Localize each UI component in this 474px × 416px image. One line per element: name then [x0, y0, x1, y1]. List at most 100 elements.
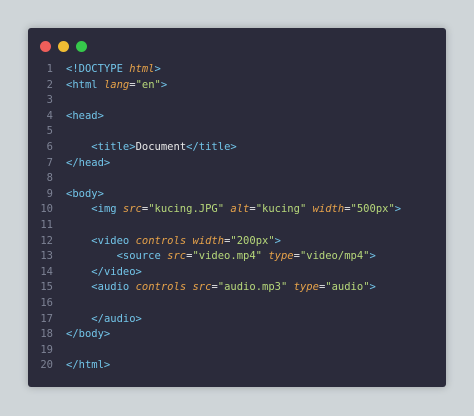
- code-token: lang: [103, 78, 130, 91]
- line-number: 8: [46, 172, 53, 185]
- code-token: <source: [116, 250, 168, 263]
- line-number: 17: [40, 312, 53, 325]
- line-source: </head>: [53, 156, 110, 172]
- line-number: 5: [46, 125, 53, 138]
- line-number: 16: [40, 296, 53, 309]
- code-line: 18 </body>: [28, 327, 446, 343]
- line-source: <title>Document</title>: [53, 140, 237, 156]
- code-token: <img: [91, 203, 123, 216]
- line-source: <img src="kucing.JPG" alt="kucing" width…: [53, 202, 401, 218]
- close-dot-icon[interactable]: [40, 41, 51, 52]
- code-line: 17 </audio>: [28, 312, 446, 328]
- code-line: 3: [28, 93, 446, 109]
- line-number: 7: [46, 156, 53, 169]
- line-number: 13: [40, 250, 53, 263]
- line-number: 9: [46, 187, 53, 200]
- line-source: [53, 296, 66, 312]
- line-source: [53, 171, 66, 187]
- code-token: >: [369, 281, 376, 294]
- line-source: <head>: [53, 109, 104, 125]
- code-line: 10 <img src="kucing.JPG" alt="kucing" wi…: [28, 202, 446, 218]
- code-line: 2 <html lang="en">: [28, 78, 446, 94]
- code-line: 12 <video controls width="200px">: [28, 234, 446, 250]
- code-line: 19: [28, 343, 446, 359]
- line-source: [53, 218, 66, 234]
- line-number: 11: [40, 218, 53, 231]
- code-line: 14 </video>: [28, 265, 446, 281]
- code-token: "audio.mp3": [217, 281, 288, 294]
- line-source: <audio controls src="audio.mp3" type="au…: [53, 280, 376, 296]
- code-line: 5: [28, 124, 446, 140]
- code-token: >: [369, 250, 376, 263]
- code-token: "en": [135, 78, 161, 91]
- code-token: >: [394, 203, 402, 216]
- code-token: "500px": [350, 203, 395, 216]
- code-token: "video.mp4": [192, 250, 262, 263]
- code-token: "kucing.JPG": [148, 203, 225, 216]
- code-line: 11: [28, 218, 446, 234]
- code-line: 1 <!DOCTYPE html>: [28, 62, 446, 78]
- code-token: "audio": [325, 281, 370, 294]
- code-token: </title>: [186, 140, 237, 153]
- code-token: src: [167, 250, 187, 263]
- code-window: 1 <!DOCTYPE html> 2 <html lang="en"> 3 4 <head…: [28, 28, 446, 387]
- code-token: alt: [230, 203, 250, 216]
- code-line: 7 </head>: [28, 156, 446, 172]
- line-number: 2: [46, 78, 53, 91]
- line-source: [53, 93, 66, 109]
- line-source: <source src="video.mp4" type="video/mp4"…: [53, 249, 376, 265]
- line-source: <!DOCTYPE html>: [53, 62, 161, 78]
- code-token: type: [268, 250, 294, 263]
- line-number: 1: [46, 63, 53, 75]
- line-source: </video>: [53, 265, 142, 281]
- code-token: controls: [135, 281, 187, 294]
- window-controls: [40, 41, 87, 52]
- line-source: <html lang="en">: [53, 78, 167, 94]
- code-token: width: [312, 203, 345, 216]
- line-number: 20: [40, 359, 53, 372]
- code-token: >: [160, 78, 168, 91]
- line-number: 18: [40, 328, 53, 341]
- line-source: </body>: [53, 327, 110, 343]
- code-token: controls: [135, 234, 187, 247]
- code-token: Document: [135, 140, 187, 153]
- code-token: <body>: [66, 187, 104, 200]
- code-line: 9 <body>: [28, 187, 446, 203]
- code-token: <html: [66, 78, 104, 91]
- line-source: <body>: [53, 187, 104, 203]
- code-token: </video>: [91, 265, 142, 278]
- code-line: 13 <source src="video.mp4" type="video/m…: [28, 249, 446, 265]
- code-token: <title>: [91, 140, 136, 153]
- code-token: </body>: [66, 328, 111, 341]
- line-number: 4: [46, 109, 53, 122]
- code-token: type: [293, 281, 319, 294]
- line-source: [53, 343, 66, 359]
- code-token: width: [192, 234, 225, 247]
- code-editor[interactable]: 1 <!DOCTYPE html> 2 <html lang="en"> 3 4 <head…: [28, 62, 446, 374]
- code-line: 6 <title>Document</title>: [28, 140, 446, 156]
- code-token: </head>: [66, 156, 111, 169]
- code-token: src: [192, 281, 212, 294]
- code-line: 20 </html>: [28, 358, 446, 374]
- line-number: 12: [40, 234, 53, 247]
- code-token: </audio>: [91, 312, 142, 325]
- line-source: </audio>: [53, 312, 142, 328]
- code-line: 15 <audio controls src="audio.mp3" type=…: [28, 280, 446, 296]
- line-number: 3: [46, 94, 53, 107]
- code-line: 16: [28, 296, 446, 312]
- code-token: <head>: [66, 109, 104, 122]
- minimize-dot-icon[interactable]: [58, 41, 69, 52]
- line-number: 14: [40, 265, 53, 278]
- maximize-dot-icon[interactable]: [76, 41, 87, 52]
- code-token: "200px": [230, 234, 275, 247]
- line-source: </html>: [53, 358, 110, 374]
- code-token: >: [154, 63, 161, 75]
- line-source: [53, 124, 66, 140]
- line-number: 6: [46, 140, 53, 153]
